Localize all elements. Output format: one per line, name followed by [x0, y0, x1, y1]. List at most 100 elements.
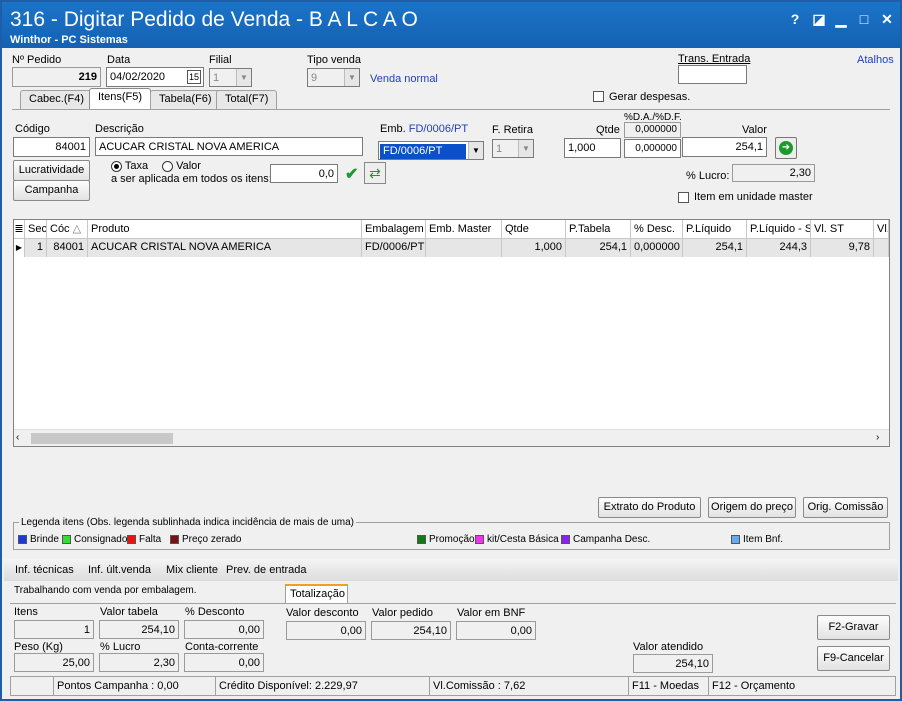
conta-corrente-label: Conta-corrente: [185, 641, 259, 653]
table-row-cell[interactable]: 1: [25, 239, 47, 257]
col-pliquido[interactable]: P.Líquido: [683, 220, 747, 239]
col-produto[interactable]: Produto: [88, 220, 362, 239]
legend-swatch: [475, 534, 484, 544]
pct-desconto-label: % Desconto: [185, 606, 245, 618]
table-row-cell[interactable]: 9,78: [811, 239, 874, 257]
fretira-select: 1 ▼: [492, 139, 534, 158]
gravar-button[interactable]: F2-Gravar: [817, 615, 890, 640]
fretira-label: F. Retira: [492, 124, 533, 136]
extrato-produto-button[interactable]: Extrato do Produto: [598, 497, 701, 518]
scroll-right-icon[interactable]: ›: [876, 432, 879, 443]
col-qtde[interactable]: Qtde: [502, 220, 566, 239]
table-row-cell[interactable]: 1,000: [502, 239, 566, 257]
table-row-cell[interactable]: 84001: [47, 239, 88, 257]
legend-box: Legenda itens (Obs. legenda sublinhada i…: [13, 517, 890, 550]
conta-corrente-field: 0,00: [184, 653, 264, 672]
emb-label: Emb. FD/0006/PT: [380, 123, 468, 135]
codigo-input[interactable]: 84001: [13, 137, 90, 157]
legend-swatch: [561, 534, 570, 544]
pct-lucro-label: % Lucro: [100, 641, 141, 653]
valor-desconto-field: 0,00: [286, 621, 366, 640]
tab-total[interactable]: Total(F7): [216, 90, 278, 109]
tab-itens[interactable]: Itens(F5): [89, 88, 152, 110]
col-pliquido-s[interactable]: P.Líquido - S: [747, 220, 811, 239]
table-row-cell[interactable]: 254,1: [566, 239, 631, 257]
grid-menu-icon[interactable]: ≣: [14, 220, 25, 239]
col-emb-master[interactable]: Emb. Master: [426, 220, 502, 239]
itens-label: Itens: [14, 606, 38, 618]
campanha-button[interactable]: Campanha: [13, 180, 90, 201]
cancelar-button[interactable]: F9-Cancelar: [817, 646, 890, 671]
horizontal-scrollbar[interactable]: ‹ ›: [14, 429, 889, 446]
embalagem-select[interactable]: FD/0006/PT ▼: [378, 141, 484, 160]
help-icon[interactable]: ?: [786, 10, 804, 28]
col-vlst[interactable]: Vl. ST: [811, 220, 874, 239]
legend-label: Item Bnf.: [743, 534, 784, 545]
col-vl[interactable]: Vl.: [874, 220, 889, 239]
legend-label: Consignado: [74, 534, 128, 545]
valor-input[interactable]: 254,1: [682, 137, 767, 157]
minimize-icon[interactable]: ▁: [832, 10, 850, 28]
trans-entrada-field[interactable]: [678, 65, 747, 84]
table-row-cell[interactable]: 244,3: [747, 239, 811, 257]
emb-link[interactable]: FD/0006/PT: [409, 123, 468, 135]
restore-icon[interactable]: ◪: [810, 10, 828, 28]
status-moedas[interactable]: F11 - Moedas: [629, 677, 709, 695]
tab-prev-entrada[interactable]: Prev. de entrada: [226, 564, 307, 576]
table-row-cell[interactable]: [874, 239, 889, 257]
col-sec[interactable]: Sec: [25, 220, 47, 239]
pedido-field: 219: [12, 67, 101, 87]
table-row-cell[interactable]: [426, 239, 502, 257]
date-field[interactable]: 04/02/2020 15: [106, 67, 204, 87]
refresh-icon[interactable]: ⇄: [364, 162, 386, 184]
confirm-item-button[interactable]: ➜: [775, 137, 797, 159]
main-window: 316 - Digitar Pedido de Venda - B A L C …: [0, 0, 902, 701]
valor-atendido-label: Valor atendido: [633, 641, 704, 653]
window-subtitle: Winthor - PC Sistemas: [10, 34, 128, 46]
origem-preco-button[interactable]: Origem do preço: [708, 497, 796, 518]
filial-label: Filial: [209, 54, 232, 66]
chevron-down-icon[interactable]: ▼: [468, 142, 483, 159]
maximize-icon[interactable]: □: [855, 10, 873, 28]
orig-comissao-button[interactable]: Orig. Comissão: [803, 497, 888, 518]
lower-tabs-strip: Inf. técnicas Inf. últ.venda Mix cliente…: [4, 559, 898, 581]
valor-bnf-field: 0,00: [456, 621, 536, 640]
tab-cabec[interactable]: Cabec.(F4): [20, 90, 94, 109]
aplicada-input[interactable]: 0,0: [270, 164, 338, 183]
legend-brinde: Brinde: [18, 534, 59, 545]
df-input[interactable]: 0,000000: [624, 139, 681, 158]
scroll-thumb[interactable]: [31, 433, 173, 444]
tab-tabela[interactable]: Tabela(F6): [150, 90, 221, 109]
status-orcamento[interactable]: F12 - Orçamento: [709, 677, 895, 695]
valor-radio[interactable]: Valor: [162, 160, 201, 172]
calendar-icon[interactable]: 15: [187, 70, 201, 84]
tab-inf-ult-venda[interactable]: Inf. últ.venda: [88, 564, 151, 576]
col-embalagem[interactable]: Embalagem: [362, 220, 426, 239]
table-row-cell[interactable]: 254,1: [683, 239, 747, 257]
legend-swatch: [417, 534, 426, 544]
close-icon[interactable]: ✕: [878, 10, 896, 28]
col-cod[interactable]: Cóc △: [47, 220, 88, 239]
da-field: 0,000000: [624, 122, 681, 138]
table-row-cell[interactable]: FD/0006/PT: [362, 239, 426, 257]
gerar-despesas-checkbox[interactable]: [593, 91, 604, 102]
qtde-input[interactable]: 1,000: [564, 138, 621, 158]
descricao-input[interactable]: ACUCAR CRISTAL NOVA AMERICA: [95, 137, 363, 156]
items-grid[interactable]: ≣ Sec Cóc △ Produto Embalagem Emb. Maste…: [13, 219, 890, 447]
lucro-label: % Lucro:: [686, 170, 730, 182]
tab-mix-cliente[interactable]: Mix cliente: [166, 564, 218, 576]
check-icon[interactable]: ✔: [345, 164, 358, 184]
tab-totalizacao[interactable]: Totalização: [285, 584, 348, 603]
col-desc[interactable]: % Desc.: [631, 220, 683, 239]
data-label: Data: [107, 54, 131, 66]
table-row-cell[interactable]: 0,000000: [631, 239, 683, 257]
col-ptabela[interactable]: P.Tabela: [566, 220, 631, 239]
lucratividade-button[interactable]: Lucratividade: [13, 160, 90, 181]
atalhos-link[interactable]: Atalhos: [857, 54, 894, 66]
item-master-checkbox[interactable]: [678, 192, 689, 203]
scroll-left-icon[interactable]: ‹: [16, 432, 19, 443]
window-title: 316 - Digitar Pedido de Venda - B A L C …: [10, 8, 418, 31]
taxa-radio[interactable]: Taxa: [111, 160, 148, 172]
tab-inf-tecnicas[interactable]: Inf. técnicas: [15, 564, 74, 576]
table-row-cell[interactable]: ACUCAR CRISTAL NOVA AMERICA: [88, 239, 362, 257]
